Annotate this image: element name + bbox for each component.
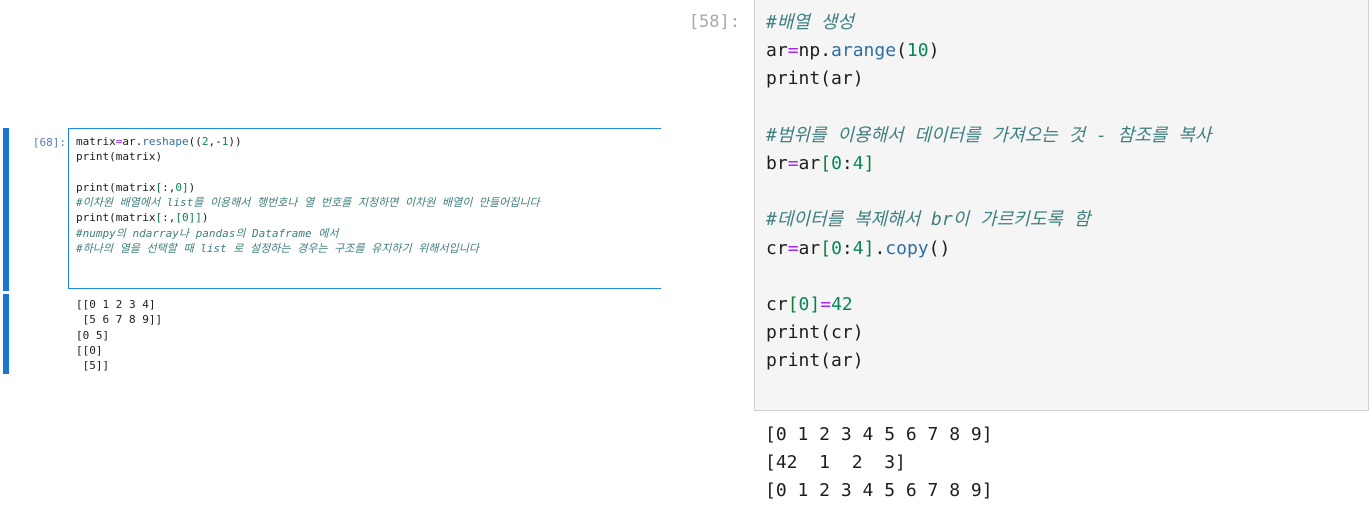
code-line: print(matrix) xyxy=(76,150,163,164)
code-line: matrix=ar.reshape((2,-1)) xyxy=(76,135,242,148)
cell-prompt-58: [58]: xyxy=(688,12,740,32)
output-selection-bar xyxy=(3,294,9,374)
code-cell-input-58[interactable]: #배열 생성 ar=np.arange(10) print(ar) #범위를 이용해… xyxy=(754,0,1369,411)
output-line: [[0] xyxy=(76,343,103,357)
cell-prompt-68: [68]: xyxy=(32,136,66,149)
code-editor[interactable]: matrix=ar.reshape((2,-1)) print(matrix) p… xyxy=(76,134,540,256)
cell-selection-bar xyxy=(3,128,9,291)
output-line: [5 6 7 8 9]] xyxy=(76,313,163,327)
code-line: print(ar) xyxy=(766,68,864,90)
output-line: [5]] xyxy=(76,359,110,373)
code-comment-line: #하나의 열을 선택할 때 list 로 설정하는 경우는 구조를 유지하기 위… xyxy=(76,242,479,256)
code-editor[interactable]: #배열 생성 ar=np.arange(10) print(ar) #범위를 이용해… xyxy=(766,9,1211,376)
code-line: br=ar[0:4] xyxy=(766,153,875,175)
code-comment-line: #배열 생성 xyxy=(766,12,854,33)
code-line: print(matrix[:,0]) xyxy=(76,180,196,194)
code-line: ar=np.arange(10) xyxy=(766,40,940,62)
code-line: print(cr) xyxy=(766,322,864,344)
output-line: [[0 1 2 3 4] xyxy=(76,298,156,311)
code-comment-line: #데이터를 복제해서 br이 가르키도록 함 xyxy=(766,209,1091,231)
cell-output-58: [0 1 2 3 4 5 6 7 8 9] [42 1 2 3] [0 1 2 3 … xyxy=(765,421,993,505)
cell-output-68: [[0 1 2 3 4] [5 6 7 8 9]] [0 5] [[0] [5]] xyxy=(76,297,162,373)
output-line: [0 1 2 3 4 5 6 7 8 9] xyxy=(765,480,993,501)
code-line: cr[0]=42 xyxy=(766,294,853,316)
code-line: cr=ar[0:4].copy() xyxy=(766,237,951,259)
code-comment-line: #이차원 배열에서 list를 이용해서 행번호나 열 번호를 지정하면 이차원… xyxy=(76,196,540,210)
code-comment-line: #범위를 이용해서 데이터를 가져오는 것 - 참조를 복사 xyxy=(766,124,1212,146)
output-line: [0 1 2 3 4 5 6 7 8 9] xyxy=(765,424,993,445)
output-line: [42 1 2 3] xyxy=(765,452,906,473)
output-line: [0 5] xyxy=(76,328,110,342)
code-line: print(ar) xyxy=(766,350,864,372)
code-line: print(matrix[:,[0]]) xyxy=(76,211,209,225)
code-comment-line: #numpy의 ndarray나 pandas의 Dataframe 에서 xyxy=(76,226,339,240)
code-cell-input-68[interactable]: matrix=ar.reshape((2,-1)) print(matrix) p… xyxy=(68,128,661,289)
